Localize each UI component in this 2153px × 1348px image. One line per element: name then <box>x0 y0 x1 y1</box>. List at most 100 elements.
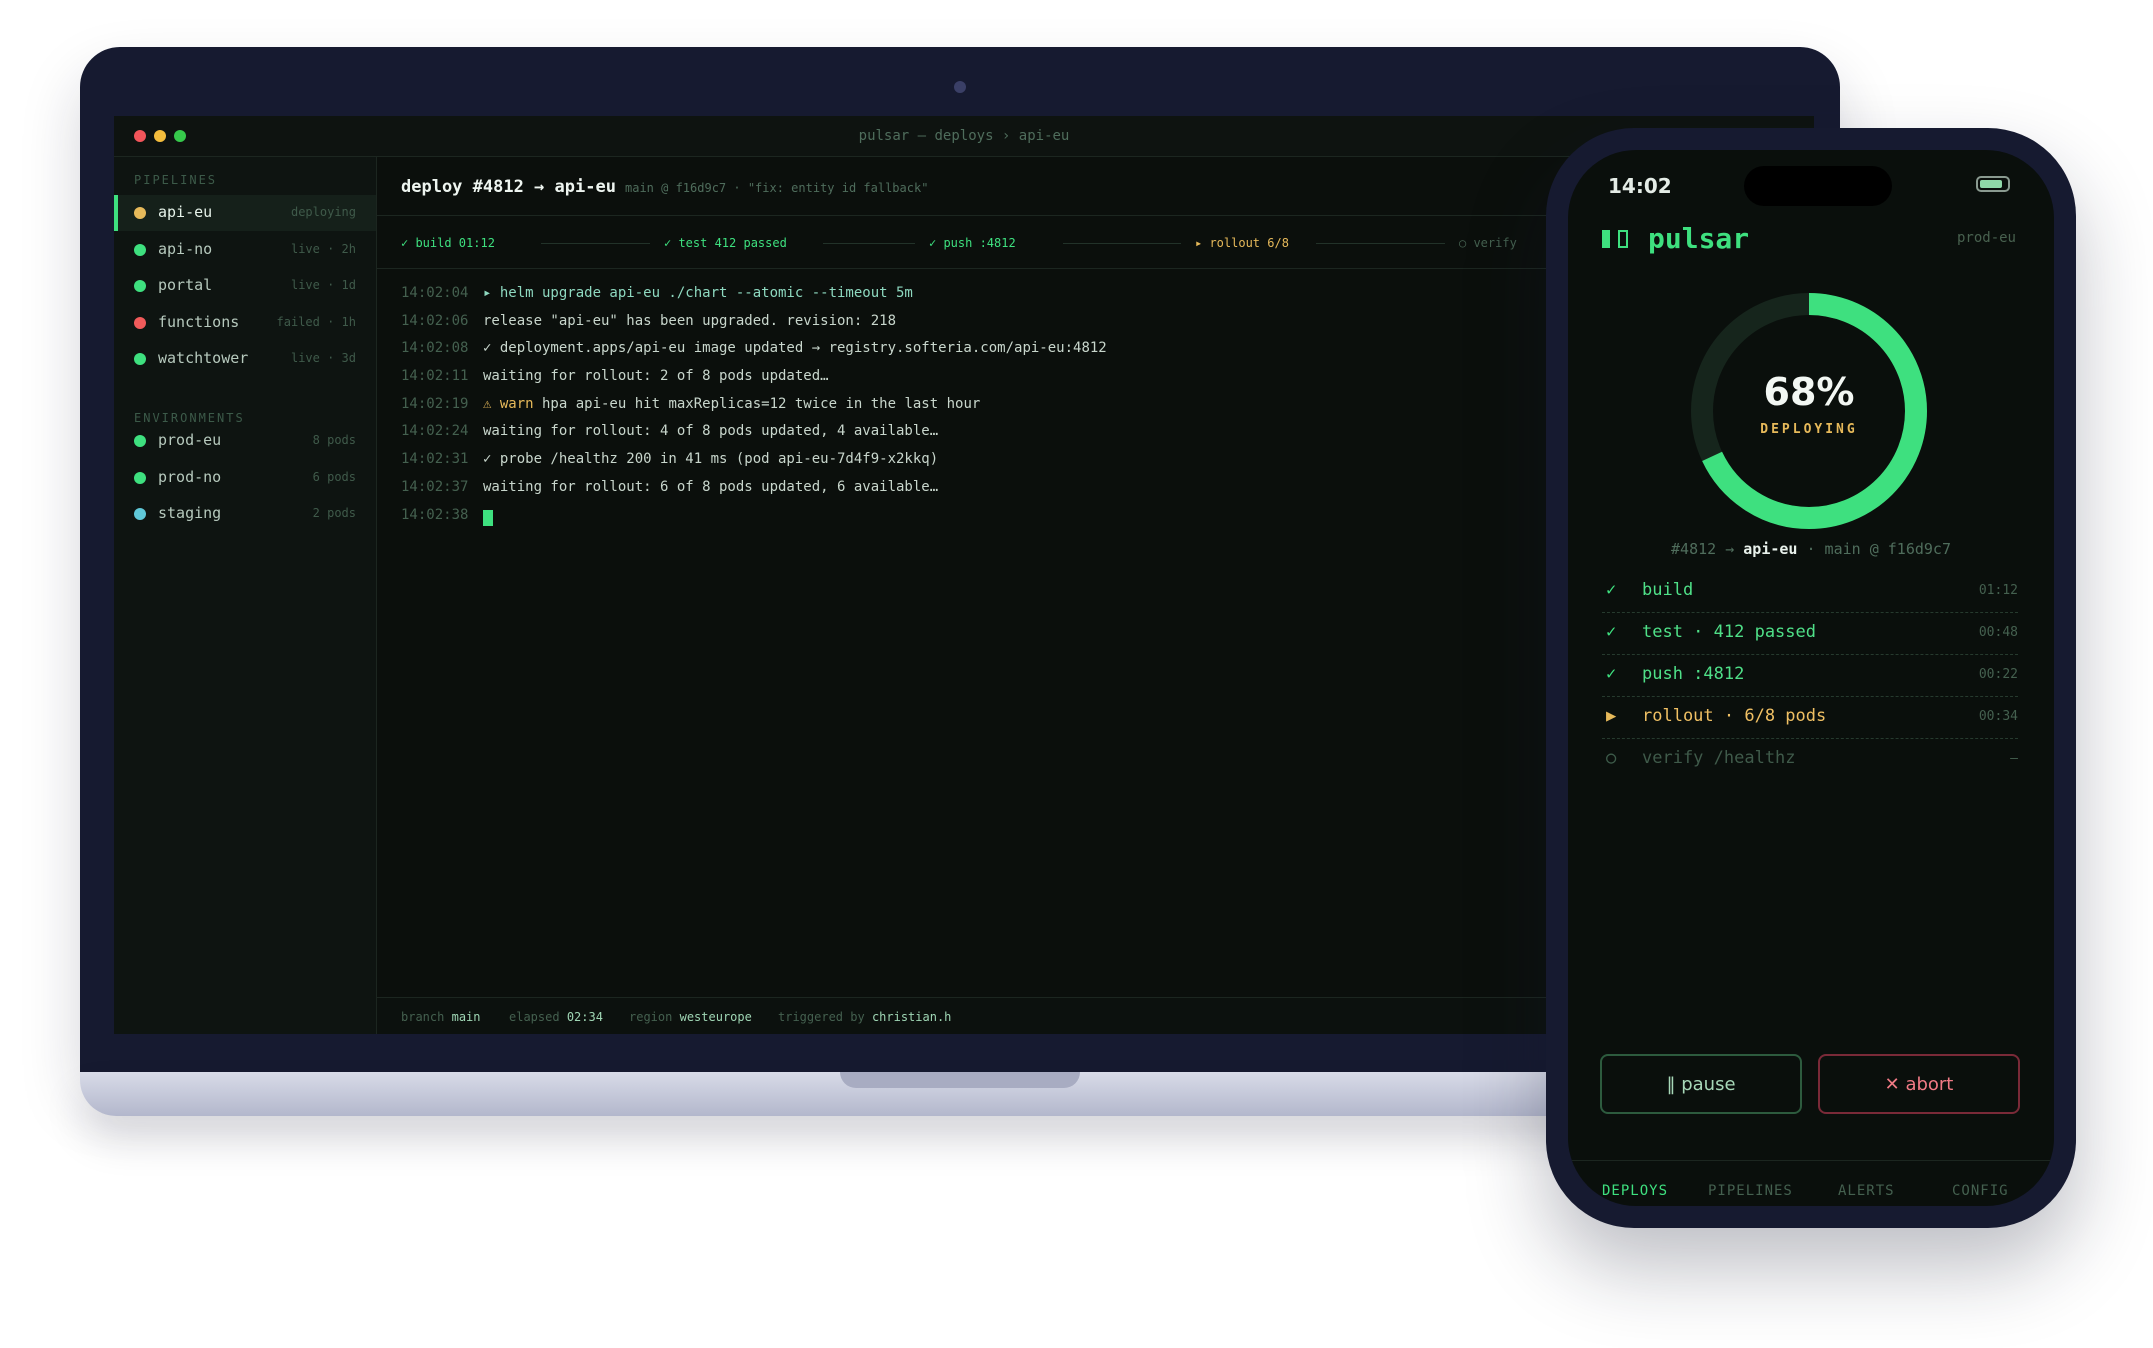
log-timestamp: 14:02:06 <box>401 312 469 329</box>
sidebar-pipeline-api-no[interactable]: api-no live · 2h <box>114 232 376 268</box>
log-message: ✓ deployment.apps/api-eu image updated →… <box>483 340 1107 357</box>
phone-stage-verify: ○ verify /healthz – <box>1602 738 2018 780</box>
log-timestamp: 14:02:37 <box>401 478 469 495</box>
stage-label: build <box>1642 580 1694 600</box>
log-message: waiting for rollout: 4 of 8 pods updated… <box>483 423 939 440</box>
log-timestamp: 14:02:04 <box>401 285 469 301</box>
log-message: ✓ probe /healthz 200 in 41 ms (pod api-e… <box>483 451 939 468</box>
stage-duration: – <box>2010 751 2018 766</box>
terminal-cursor <box>483 509 493 526</box>
sidebar-environment-meta: 8 pods <box>312 433 356 447</box>
status-elapsed: elapsed 02:34 <box>509 1010 603 1024</box>
stage-connector <box>823 243 915 244</box>
status-dot <box>134 243 146 256</box>
sidebar-environment-meta: 6 pods <box>312 469 356 484</box>
tab-alerts[interactable]: ALERTS <box>1838 1183 1895 1199</box>
laptop-camera <box>954 81 966 93</box>
pause-button[interactable]: ‖ pause <box>1600 1054 1802 1114</box>
status-dot <box>134 353 146 366</box>
sidebar-environment-prod-no[interactable]: prod-no 6 pods <box>114 460 376 496</box>
stage-label: test · 412 passed <box>1642 622 1816 642</box>
log-message: release "api-eu" has been upgraded. revi… <box>483 312 897 329</box>
phone-region: prod-eu <box>1956 230 2016 246</box>
tab-pipelines[interactable]: PIPELINES <box>1708 1183 1793 1199</box>
app-brand: pulsar <box>1648 222 1750 255</box>
sidebar-pipeline-meta: deploying <box>290 205 356 219</box>
phone-stage-build: ✓ build 01:12 <box>1602 570 2018 613</box>
stage-0: ✓ build 01:12 <box>401 236 495 250</box>
sidebar-environment-name: prod-eu <box>158 431 222 449</box>
sidebar-pipeline-functions[interactable]: functions failed · 1h <box>114 305 376 341</box>
sidebar-pipeline-name: functions <box>158 312 240 331</box>
warn-tag: ⚠ warn <box>483 395 534 412</box>
sidebar-environment-prod-eu[interactable]: prod-eu 8 pods <box>114 423 376 459</box>
stage-status-icon: ✓ <box>1606 580 1617 600</box>
phone-screen: 14:02 pulsar prod-eu 68% DEPLOYING #4812… <box>1568 150 2054 1206</box>
window-titlebar: pulsar — deploys › api-eu <box>114 116 1814 157</box>
log-timestamp: 14:02:19 <box>401 395 469 412</box>
log-timestamp: 14:02:38 <box>401 506 469 523</box>
log-timestamp: 14:02:31 <box>401 451 469 468</box>
sidebar-pipeline-meta: live · 1d <box>290 278 356 293</box>
status-dot <box>134 471 146 484</box>
status-dot <box>134 508 146 521</box>
pause-icon: ‖ <box>1666 1074 1676 1095</box>
sidebar-pipeline-name: api-eu <box>158 203 213 221</box>
sidebar-environment-name: prod-no <box>158 467 222 486</box>
stage-status-icon: ▶ <box>1606 706 1617 726</box>
log-timestamp: 14:02:08 <box>401 340 469 357</box>
progress-percent: 68% <box>1763 370 1855 414</box>
stage-status-icon: ✓ <box>1606 664 1617 684</box>
status-dot <box>134 316 146 329</box>
stage-connector <box>541 243 650 244</box>
sidebar-pipeline-meta: live · 2h <box>290 241 356 256</box>
log-timestamp: 14:02:24 <box>401 423 469 440</box>
abort-button[interactable]: ✕ abort <box>1818 1054 2020 1114</box>
stage-connector <box>1316 243 1445 244</box>
laptop-notch <box>840 1072 1080 1088</box>
stage-status-icon: ✓ <box>1606 622 1617 642</box>
status-triggered-by: triggered by christian.h <box>778 1010 952 1024</box>
tab-bar: DEPLOYS PIPELINES ALERTS CONFIG <box>1568 1160 2054 1206</box>
deploy-title: deploy #4812 → api-eu <box>401 177 616 197</box>
stage-label: rollout · 6/8 pods <box>1642 706 1827 726</box>
battery-level <box>1980 180 2003 188</box>
status-dot <box>134 280 146 293</box>
sidebar-pipeline-name: portal <box>158 276 213 295</box>
sidebar-pipeline-watchtower[interactable]: watchtower live · 3d <box>114 341 376 377</box>
sidebar-pipeline-meta: live · 3d <box>290 351 356 366</box>
stage-connector <box>1063 243 1181 244</box>
sidebar-pipeline-api-eu[interactable]: api-eu deploying <box>114 195 376 231</box>
stage-4: ○ verify <box>1459 236 1517 250</box>
stage-3: ▸ rollout 6/8 <box>1195 236 1289 250</box>
status-branch: branch main <box>401 1010 481 1024</box>
stage-duration: 00:48 <box>1978 625 2018 640</box>
status-dot <box>134 435 146 447</box>
sidebar-environment-staging[interactable]: staging 2 pods <box>114 496 376 532</box>
log-timestamp: 14:02:11 <box>401 368 469 385</box>
sidebar-pipeline-name: watchtower <box>158 349 249 368</box>
sidebar-pipeline-portal[interactable]: portal live · 1d <box>114 268 376 304</box>
deploy-commit-info: main @ f16d9c7 · "fix: entity id fallbac… <box>625 181 929 195</box>
dynamic-island <box>1744 166 1892 206</box>
phone-stage-test: ✓ test · 412 passed 00:48 <box>1602 612 2018 655</box>
phone-stage-push: ✓ push :4812 00:22 <box>1602 654 2018 697</box>
phone-stage-rollout: ▶ rollout · 6/8 pods 00:34 <box>1602 696 2018 739</box>
status-dot <box>134 207 146 219</box>
sidebar-environment-name: staging <box>158 504 222 523</box>
tab-config[interactable]: CONFIG <box>1952 1183 2009 1199</box>
sidebar: PIPELINES api-eu deploying api-no live · 2h… <box>114 157 377 1034</box>
stage-label: push :4812 <box>1642 664 1745 684</box>
sidebar-pipeline-meta: failed · 1h <box>276 314 356 329</box>
phone-frame: 14:02 pulsar prod-eu 68% DEPLOYING #4812… <box>1546 128 2076 1228</box>
log-message: waiting for rollout: 6 of 8 pods updated… <box>483 478 939 495</box>
phone-clock: 14:02 <box>1608 174 1672 198</box>
battery-icon <box>1976 176 2010 192</box>
close-icon: ✕ <box>1884 1074 1900 1095</box>
tab-deploys[interactable]: DEPLOYS <box>1602 1183 1668 1199</box>
sidebar-environment-meta: 2 pods <box>312 506 356 521</box>
stage-duration: 00:22 <box>1978 667 2018 682</box>
stage-duration: 00:34 <box>1978 709 2018 724</box>
pulsar-logo-icon <box>1602 230 1628 248</box>
build-info: #4812 → api-eu · main @ f16d9c7 <box>1671 540 1951 558</box>
